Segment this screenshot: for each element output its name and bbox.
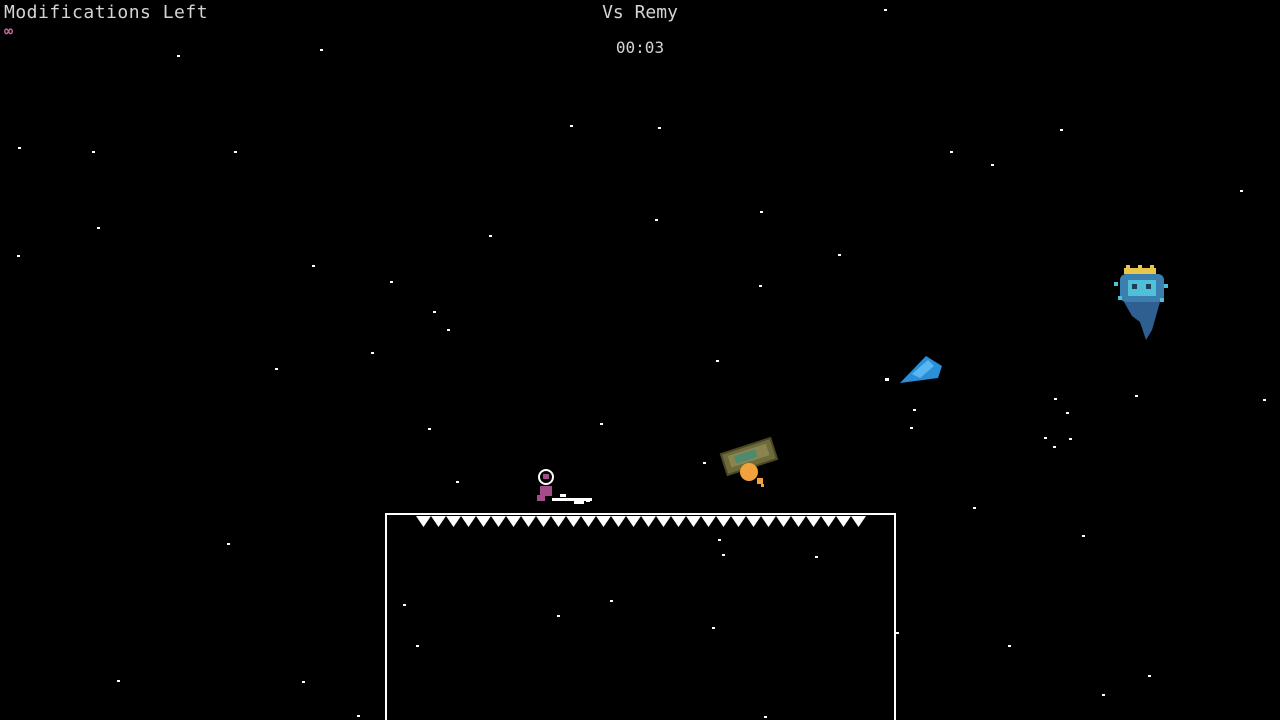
star [357,715,360,717]
star [991,164,994,166]
star [17,255,20,257]
starfield [17,9,1266,718]
star [950,151,953,153]
round-timer: 00:03 [615,38,665,57]
spike [491,516,506,527]
spike [851,516,866,527]
spike [761,516,776,527]
star [716,360,719,362]
star [973,507,976,509]
boss-title: Vs Remy [602,2,678,23]
star [275,368,278,370]
star [570,125,573,127]
spike [551,516,566,527]
spike [731,516,746,527]
star [1135,395,1138,397]
astronaut-player-icon [537,469,592,504]
star [456,481,459,483]
star [234,151,237,153]
spike [431,516,446,527]
star [1060,129,1063,131]
star [815,556,818,558]
spike [521,516,536,527]
star [838,254,841,256]
spike [716,516,731,527]
spike [461,516,476,527]
star [1008,645,1011,647]
star [913,409,916,411]
star [92,151,95,153]
spike [656,516,671,527]
star [1240,190,1243,192]
spike [836,516,851,527]
spike [416,516,431,527]
star [433,311,436,313]
spike [626,516,641,527]
spike [611,516,626,527]
spike [686,516,701,527]
spike [746,516,761,527]
spike [821,516,836,527]
cannon-fire-icon [740,463,764,487]
star [1053,446,1056,448]
spike [791,516,806,527]
star [703,462,706,464]
star [600,423,603,425]
spiked-platform [385,513,896,720]
spike [536,516,551,527]
star [712,627,715,629]
spike [506,516,521,527]
star [764,716,767,718]
star [117,680,120,682]
star [97,227,100,229]
spike [566,516,581,527]
star [428,428,431,430]
star [1054,398,1057,400]
crowned-ghost-boss-icon [1114,265,1168,340]
star [910,427,913,429]
spike [641,516,656,527]
star [1082,535,1085,537]
star [302,681,305,683]
star [227,543,230,545]
star [1069,438,1072,440]
star [896,632,899,634]
blue-shard-projectile-icon [885,356,942,383]
star [390,281,393,283]
game-viewport[interactable]: Modifications Left ∞ Vs Remy 00:03 [0,0,1280,720]
star [489,235,492,237]
spike [806,516,821,527]
spike [581,516,596,527]
star [18,147,21,149]
star [1263,399,1266,401]
star [403,604,406,606]
star [760,211,763,213]
star [312,265,315,267]
spike [476,516,491,527]
star [610,600,613,602]
star [416,645,419,647]
star [447,329,450,331]
spike [446,516,461,527]
star [718,539,721,541]
star [759,285,762,287]
star [1148,675,1151,677]
star [371,352,374,354]
spike [671,516,686,527]
star [1102,694,1105,696]
star [655,219,658,221]
game-world [17,9,1266,720]
star [1066,412,1069,414]
star [557,615,560,617]
star [658,127,661,129]
star [1044,437,1047,439]
star [722,554,725,556]
spike [701,516,716,527]
spike [596,516,611,527]
spike [776,516,791,527]
